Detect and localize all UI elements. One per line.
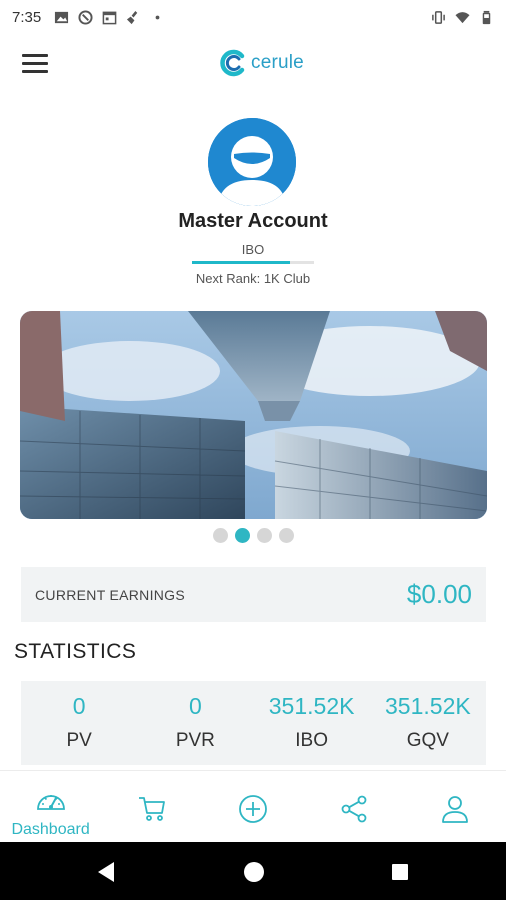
stat-label: GQV [406,730,449,751]
stat-value: 351.52K [268,693,355,719]
cart-icon [138,797,165,821]
back-icon[interactable] [96,861,116,883]
nav-cart[interactable] [101,771,202,842]
calendar-icon [102,11,117,24]
rank-progress-bar [192,261,314,264]
home-icon[interactable] [242,860,266,884]
logo-text: cerule [251,52,304,73]
status-bar: 7:35 [0,0,506,34]
app-bar: cerule [0,34,506,96]
next-rank: Next Rank: 1K Club [195,271,311,286]
account-name: Master Account [178,210,328,232]
carousel-dot[interactable] [256,528,272,543]
vpn-icon [78,9,93,25]
dot-icon [155,15,160,19]
plus-circle-icon [239,795,267,823]
carousel-dot-active[interactable] [234,528,250,543]
bottom-navigation: Dashboard [0,770,506,842]
current-rank: IBO [241,242,265,257]
cleaning-icon [127,10,138,24]
current-earnings-card[interactable]: CURRENT EARNINGS $0.00 [21,567,486,622]
dashboard-gauge-icon [36,795,65,810]
stat-label: PV [66,730,92,751]
system-navigation-bar [0,842,506,900]
stat-label: PVR [175,730,215,751]
cerule-logo-icon [220,49,245,77]
banner-carousel[interactable] [20,311,487,519]
user-icon [442,796,469,823]
statistics-panel: 0 PV 0 PVR 351.52K IBO 351.52K GQV [21,681,486,765]
nav-add[interactable] [202,771,303,842]
status-time: 7:35 [12,8,42,26]
user-avatar-icon [208,118,296,206]
share-icon [341,795,367,823]
stat-label: IBO [295,730,328,751]
wifi-icon [455,11,470,23]
earnings-value: $0.00 [406,579,472,609]
avatar[interactable] [208,118,296,206]
recents-icon[interactable] [391,863,409,881]
skyscraper-banner-image [20,311,487,519]
earnings-label: CURRENT EARNINGS [35,586,186,603]
battery-icon [482,10,491,24]
stat-gqv[interactable]: 351.52K GQV [370,681,486,765]
stat-ibo[interactable]: 351.52K IBO [254,681,370,765]
carousel-dot[interactable] [212,528,228,543]
image-icon [55,11,69,23]
statistics-title: STATISTICS [14,640,137,663]
nav-label-dashboard: Dashboard [11,821,90,838]
hamburger-menu-icon[interactable] [22,54,48,76]
vibrate-icon [432,10,445,24]
stat-value: 0 [72,693,86,719]
nav-share[interactable] [304,771,405,842]
stat-pvr[interactable]: 0 PVR [137,681,253,765]
cerule-logo: cerule [218,48,304,78]
nav-dashboard[interactable]: Dashboard [0,771,101,842]
rank-progress-fill [192,261,290,264]
carousel-dots [0,528,506,543]
stat-value: 0 [188,693,202,719]
stat-pv[interactable]: 0 PV [21,681,137,765]
stat-value: 351.52K [385,693,471,719]
carousel-dot[interactable] [278,528,294,543]
nav-profile[interactable] [405,771,506,842]
